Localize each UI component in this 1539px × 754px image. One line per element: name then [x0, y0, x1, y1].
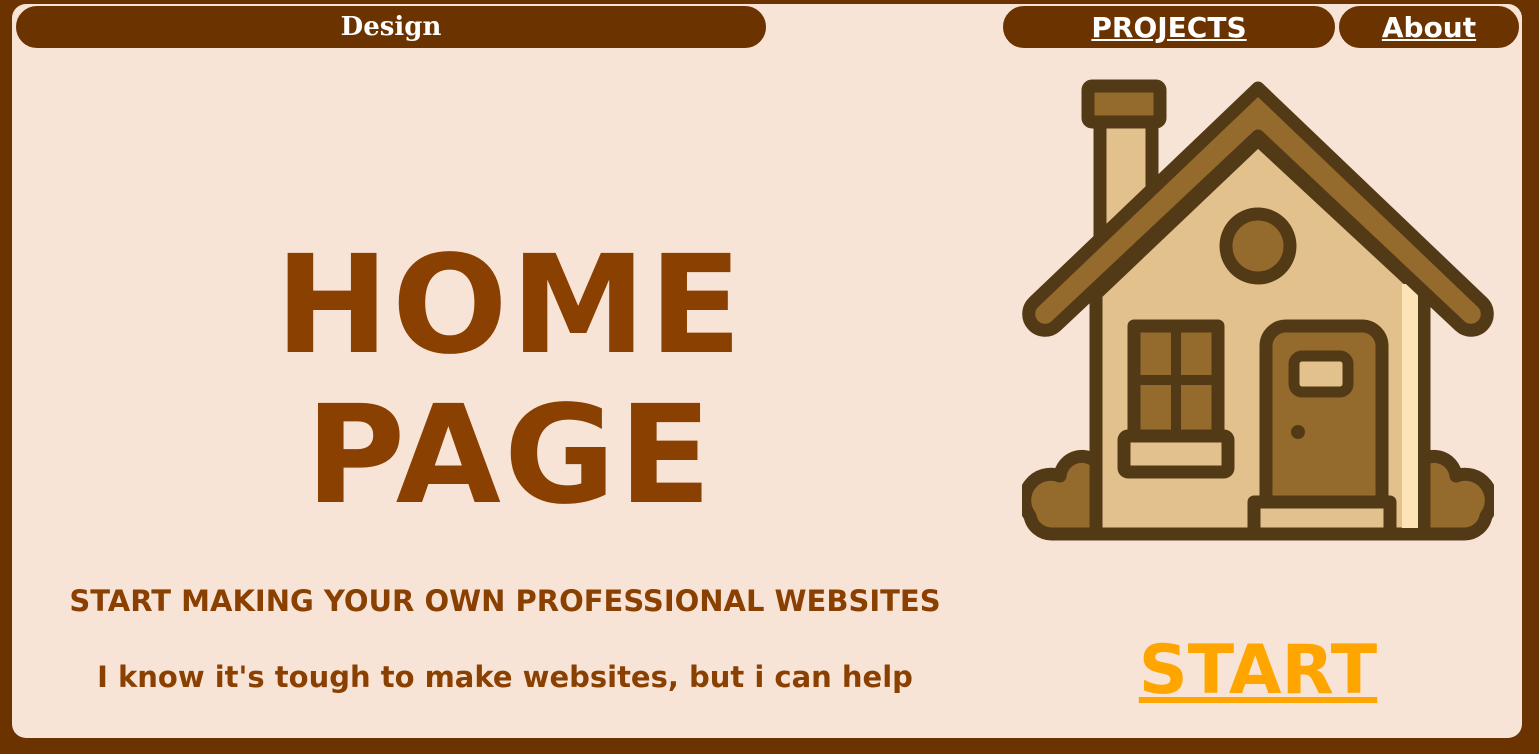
- brand-title: Design: [340, 12, 442, 42]
- brand-bar: Design: [14, 4, 768, 50]
- nav-about-link[interactable]: About: [1382, 11, 1476, 44]
- start-button[interactable]: START: [1080, 630, 1436, 712]
- door-icon: [1247, 319, 1397, 541]
- nav-projects-link[interactable]: PROJECTS: [1091, 11, 1246, 44]
- hero-subtext: I know it's tough to make websites, but …: [97, 660, 913, 694]
- bush-left-icon: [1022, 450, 1107, 541]
- attic-window-icon: [1219, 207, 1297, 285]
- house-icon: [1022, 79, 1494, 541]
- nav-projects-tab[interactable]: PROJECTS: [1001, 4, 1337, 50]
- window-icon: [1117, 319, 1235, 479]
- page-title: HOME PAGE: [275, 227, 745, 535]
- nav-about-tab[interactable]: About: [1337, 4, 1521, 50]
- hero-tagline: START MAKING YOUR OWN PROFESSIONAL WEBSI…: [69, 584, 941, 618]
